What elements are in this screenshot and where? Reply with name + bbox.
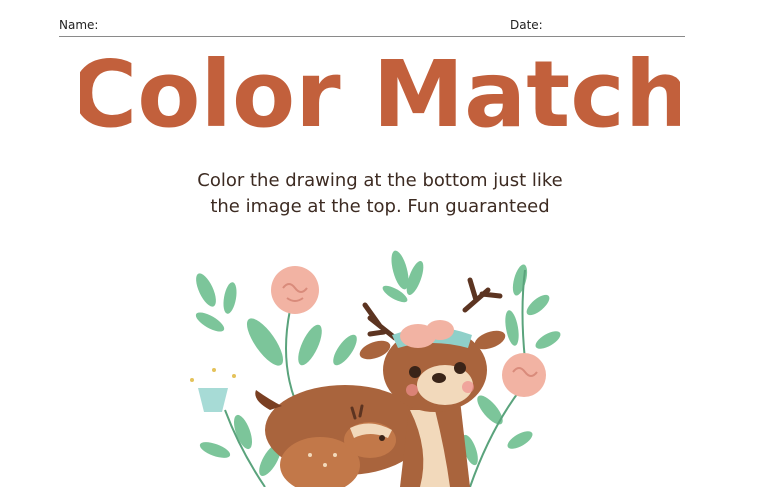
date-label: Date:: [510, 18, 543, 32]
instructions-line-2: the image at the top. Fun guaranteed: [210, 196, 550, 217]
flower-teal: [190, 368, 236, 412]
flower-pink-left: [271, 266, 319, 314]
instructions: Color the drawing at the bottom just lik…: [120, 168, 640, 220]
name-date-line: Name: Date:: [59, 18, 685, 37]
deer-illustration: [190, 250, 561, 487]
instructions-line-1: Color the drawing at the bottom just lik…: [197, 170, 563, 191]
name-label: Name:: [59, 18, 99, 32]
flower-pink-right: [502, 353, 546, 397]
title-text: Color Match: [80, 41, 680, 148]
page-title: Color Match: [80, 39, 680, 148]
